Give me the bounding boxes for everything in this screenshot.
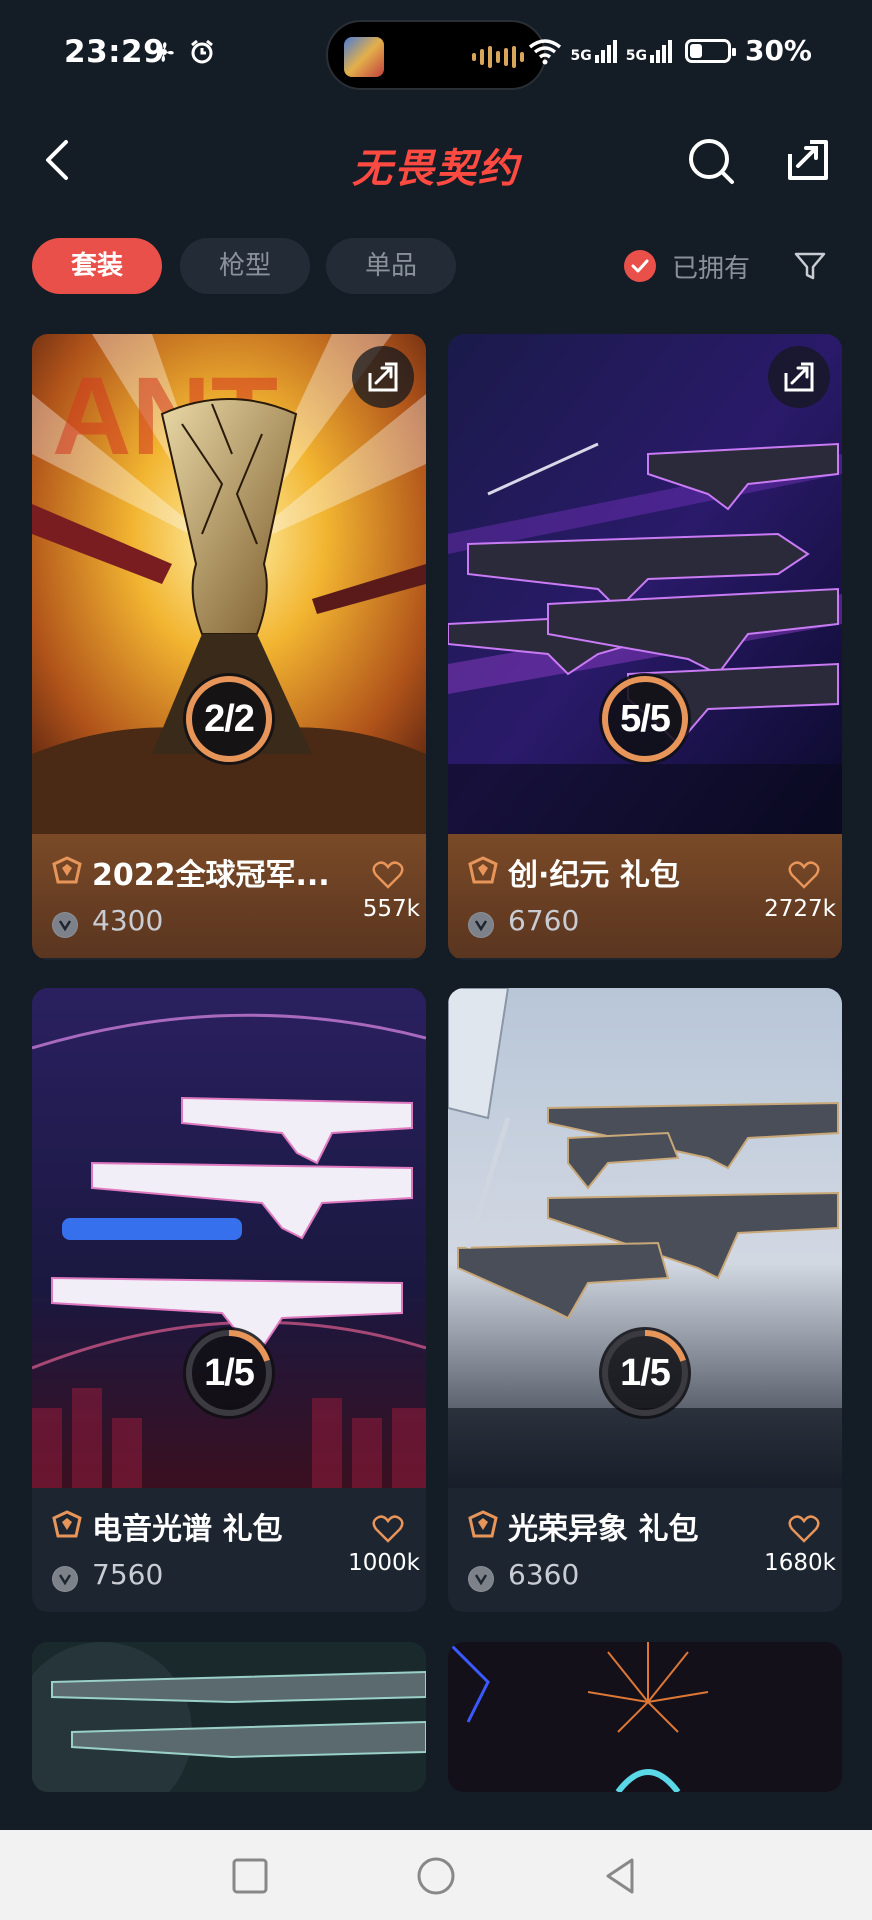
heart-icon[interactable]: [372, 1514, 404, 1544]
signal-1: 5G: [571, 39, 618, 63]
vp-currency-icon: [468, 912, 494, 938]
share-button[interactable]: [780, 132, 836, 188]
page-title: 无畏契约: [352, 146, 520, 192]
bundle-image: [32, 1642, 426, 1792]
bundle-name: 2022全球冠军...: [92, 858, 330, 893]
vp-currency-icon: [468, 1566, 494, 1592]
vp-currency-icon: [52, 912, 78, 938]
search-icon: [689, 139, 734, 184]
owned-checkbox[interactable]: [624, 250, 656, 282]
tier-icon: [52, 1510, 82, 1538]
tier-icon: [52, 856, 82, 884]
bundle-info: 创·纪元 礼包 6760 2727k: [448, 834, 842, 958]
heart-icon[interactable]: [372, 860, 404, 890]
signal-bars-icon: [594, 39, 617, 63]
card-share-button[interactable]: [352, 346, 414, 408]
heart-icon[interactable]: [788, 860, 820, 890]
bundle-card[interactable]: [448, 1642, 842, 1792]
bundle-image: 5/5: [448, 334, 842, 834]
bundle-card[interactable]: ANT 2/2 2022全球冠: [32, 334, 426, 960]
battery-icon: [684, 38, 736, 63]
check-icon: [631, 259, 649, 273]
bundle-price: 6760: [508, 904, 580, 937]
bundle-price: 6360: [508, 1558, 580, 1591]
bundle-image: 1/5: [32, 988, 426, 1488]
search-button[interactable]: [684, 134, 740, 190]
tab-single-item[interactable]: 单品: [326, 238, 456, 294]
progress-text: 1/5: [620, 1352, 671, 1394]
filter-row: 套装 枪型 单品 已拥有: [0, 238, 872, 298]
bundle-card[interactable]: [32, 1642, 426, 1792]
bundle-likes: 2727k: [764, 896, 836, 922]
wifi-icon: [528, 38, 561, 64]
bundle-likes: 1680k: [764, 1550, 836, 1576]
signal-bars-icon: [649, 39, 672, 63]
system-nav-bar: [0, 1830, 872, 1920]
status-bar: 23:29 5G 5G 30%: [0, 0, 872, 110]
bundle-card[interactable]: 5/5 创·纪元 礼包 6760 2727k: [448, 334, 842, 960]
filter-button[interactable]: [792, 248, 828, 284]
network-type-1: 5G: [570, 47, 592, 64]
tier-icon: [468, 1510, 498, 1538]
share-icon: [788, 140, 828, 180]
bundle-likes: 1000k: [348, 1550, 420, 1576]
battery-percent: 30%: [744, 34, 812, 67]
progress-text: 5/5: [620, 698, 671, 740]
alarm-icon: [191, 39, 213, 64]
bundle-image: [448, 1642, 842, 1792]
share-icon: [784, 362, 814, 392]
home-button[interactable]: [414, 1854, 458, 1898]
progress-text: 2/2: [204, 698, 255, 740]
card-share-button[interactable]: [768, 346, 830, 408]
bundle-info: 2022全球冠军... 4300 557k: [32, 834, 426, 958]
bundle-price: 7560: [92, 1558, 164, 1591]
tier-icon: [468, 856, 498, 884]
bundle-info: 电音光谱 礼包 7560 1000k: [32, 1488, 426, 1612]
bundle-likes: 557k: [362, 896, 420, 922]
tab-weapon-type[interactable]: 枪型: [180, 238, 310, 294]
screen: 23:29 5G 5G 30% 无畏契约 套装 枪型 单品 已拥有 2/2 20…: [0, 0, 872, 1920]
media-thumbnail: [344, 37, 384, 77]
progress-text: 1/5: [204, 1352, 255, 1394]
dynamic-island[interactable]: [326, 20, 546, 90]
audio-wave-icon: [472, 46, 524, 68]
tab-bundles[interactable]: 套装: [32, 238, 162, 294]
bundle-image: 1/5: [448, 988, 842, 1488]
back-nav-button[interactable]: [598, 1854, 642, 1898]
bundle-name: 创·纪元 礼包: [508, 858, 680, 893]
status-left-icons: [150, 38, 216, 66]
bundle-info: 光荣异象 礼包 6360 1680k: [448, 1488, 842, 1612]
recent-apps-button[interactable]: [228, 1854, 272, 1898]
bundle-name: 光荣异象 礼包: [508, 1512, 699, 1547]
owned-label[interactable]: 已拥有: [672, 248, 750, 285]
vp-currency-icon: [52, 1566, 78, 1592]
header: 无畏契约: [0, 110, 872, 210]
bundle-card[interactable]: 1/5 电音光谱 礼包 7560 1000k: [32, 988, 426, 1612]
signal-2: 5G: [626, 39, 673, 63]
share-icon: [368, 362, 398, 392]
status-right: 5G 5G 30%: [527, 34, 812, 67]
fan-icon: [154, 42, 174, 62]
bundle-image: ANT 2/2: [32, 334, 426, 834]
bundle-name: 电音光谱 礼包: [92, 1512, 283, 1547]
bundle-price: 4300: [92, 904, 164, 937]
filter-icon: [794, 252, 826, 280]
heart-icon[interactable]: [788, 1514, 820, 1544]
bundle-card[interactable]: 1/5 光荣异象 礼包 6360 1680k: [448, 988, 842, 1612]
network-type-2: 5G: [625, 47, 647, 64]
